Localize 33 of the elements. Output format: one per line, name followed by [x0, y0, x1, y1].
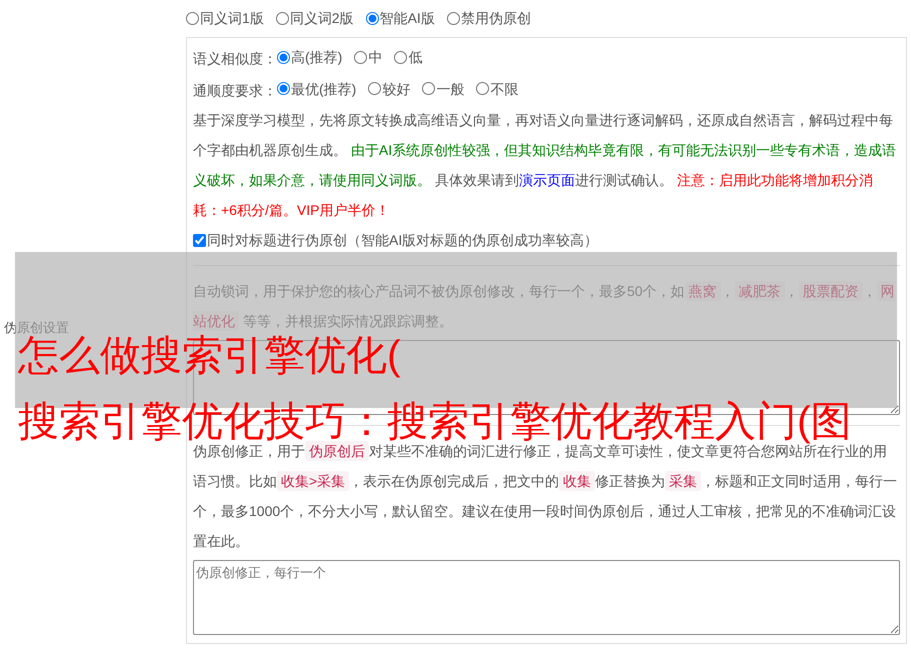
section-label: 伪原创设置	[4, 320, 69, 335]
field-label: 通顺度要求：	[193, 82, 277, 98]
option-label[interactable]: 较好	[382, 74, 410, 104]
checkbox-label[interactable]: 同时对标题进行伪原创（智能AI版对标题的伪原创成功率较高）	[207, 225, 598, 255]
demo-link[interactable]: 演示页面	[518, 172, 575, 188]
text-area[interactable]: 伪原创修正，每行一个	[193, 560, 900, 635]
option-label[interactable]: 低	[408, 42, 422, 72]
option-label[interactable]: 智能AI版	[380, 8, 435, 29]
overlay-caption: 怎么做搜索引擎优化(	[18, 335, 401, 376]
option-label[interactable]: 最优(推荐)	[291, 74, 356, 104]
radio-button[interactable]	[476, 82, 490, 95]
radio-button[interactable]	[276, 12, 289, 25]
radio-button[interactable]	[366, 12, 379, 25]
option-label[interactable]: 不限	[490, 74, 518, 104]
option-label[interactable]: 禁用伪原创	[460, 8, 531, 29]
radio-button[interactable]	[277, 50, 290, 64]
description-text: 自动锁词，用于保护您的核心产品词不被伪原创修改，每行一个，最多50个，如 燕窝 ， 减肥茶 ， 股票配资 ， 网站优化 等等，并根据实际情况跟踪调整。	[193, 280, 896, 333]
overlay-caption: 搜索引擎优化技巧：搜索引擎优化教程入门(图	[18, 401, 852, 442]
option-label[interactable]: 同义词1版	[200, 8, 264, 29]
radio-button[interactable]	[186, 12, 199, 25]
option-label[interactable]: 一般	[436, 74, 464, 104]
radio-button[interactable]	[354, 50, 368, 64]
field-label: 语义相似度：	[193, 50, 277, 66]
radio-button[interactable]	[394, 50, 408, 64]
radio-button[interactable]	[446, 12, 460, 25]
option-label[interactable]: 同义词2版	[290, 8, 354, 29]
checkbox[interactable]	[193, 234, 206, 246]
radio-button[interactable]	[422, 82, 436, 95]
description-text: 基于深度学习模型，先将原文转换成高维语义向量，再对语义向量进行逐词解码，还原成自然语言，解码过程中每个字都由机器原创生成。 由于AI系统原创性较强，但其知识结构毕竟有限，有可能无法识别一些专有术语，造成语义破坏，如果介意，请使用同义词版。 具体效果请到演示页面进行测试确认。 注意：启用此功能将增加积分消耗：+6积分/篇。VIP用户半价！	[193, 111, 898, 220]
radio-button[interactable]	[277, 82, 290, 95]
option-label[interactable]: 高(推荐)	[291, 42, 342, 72]
radio-button[interactable]	[368, 82, 382, 95]
option-label[interactable]: 中	[368, 42, 382, 72]
